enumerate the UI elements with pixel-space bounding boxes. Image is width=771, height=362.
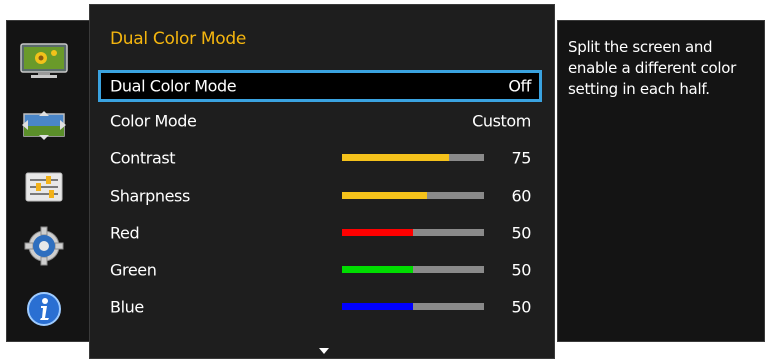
row-value: 50 <box>511 260 531 280</box>
screen-size-icon[interactable] <box>19 108 69 144</box>
slider-fill <box>342 266 413 273</box>
row-label: Color Mode <box>110 111 197 131</box>
row-label: Green <box>110 260 157 280</box>
row-value: 75 <box>511 148 531 168</box>
slider-fill <box>342 303 413 310</box>
row-value: 50 <box>511 223 531 243</box>
row-value: 60 <box>511 186 531 206</box>
green-slider[interactable] <box>342 266 484 273</box>
row-label: Sharpness <box>110 186 190 206</box>
menu-row-contrast[interactable]: Contrast 75 <box>98 142 542 174</box>
menu-row-blue[interactable]: Blue 50 <box>98 291 542 323</box>
slider-fill <box>342 154 449 161</box>
menu-panel: Dual Color Mode Dual Color Mode Off Colo… <box>89 4 555 359</box>
menu-row-dual-color-mode[interactable]: Dual Color Mode Off <box>98 70 542 102</box>
slider-fill <box>342 229 413 236</box>
help-text: Split the screen and enable a different … <box>568 38 737 98</box>
row-label: Dual Color Mode <box>110 76 237 96</box>
info-icon[interactable] <box>19 291 69 327</box>
row-value: 50 <box>511 297 531 317</box>
gear-icon[interactable] <box>19 226 69 266</box>
blue-slider[interactable] <box>342 303 484 310</box>
sidebar <box>6 20 90 342</box>
help-panel: Split the screen and enable a different … <box>557 20 765 342</box>
settings-sliders-icon[interactable] <box>19 169 69 205</box>
row-label: Contrast <box>110 148 176 168</box>
row-label: Blue <box>110 297 144 317</box>
slider-fill <box>342 192 428 199</box>
picture-icon[interactable] <box>19 43 69 79</box>
red-slider[interactable] <box>342 229 484 236</box>
down-arrow-icon[interactable] <box>319 348 329 354</box>
menu-row-green[interactable]: Green 50 <box>98 254 542 286</box>
row-value: Custom <box>472 111 531 131</box>
contrast-slider[interactable] <box>342 154 484 161</box>
sharpness-slider[interactable] <box>342 192 484 199</box>
menu-row-red[interactable]: Red 50 <box>98 217 542 249</box>
menu-row-color-mode[interactable]: Color Mode Custom <box>98 105 542 137</box>
menu-row-sharpness[interactable]: Sharpness 60 <box>98 180 542 212</box>
row-value: Off <box>508 76 531 96</box>
row-label: Red <box>110 223 140 243</box>
menu-title: Dual Color Mode <box>110 29 247 49</box>
